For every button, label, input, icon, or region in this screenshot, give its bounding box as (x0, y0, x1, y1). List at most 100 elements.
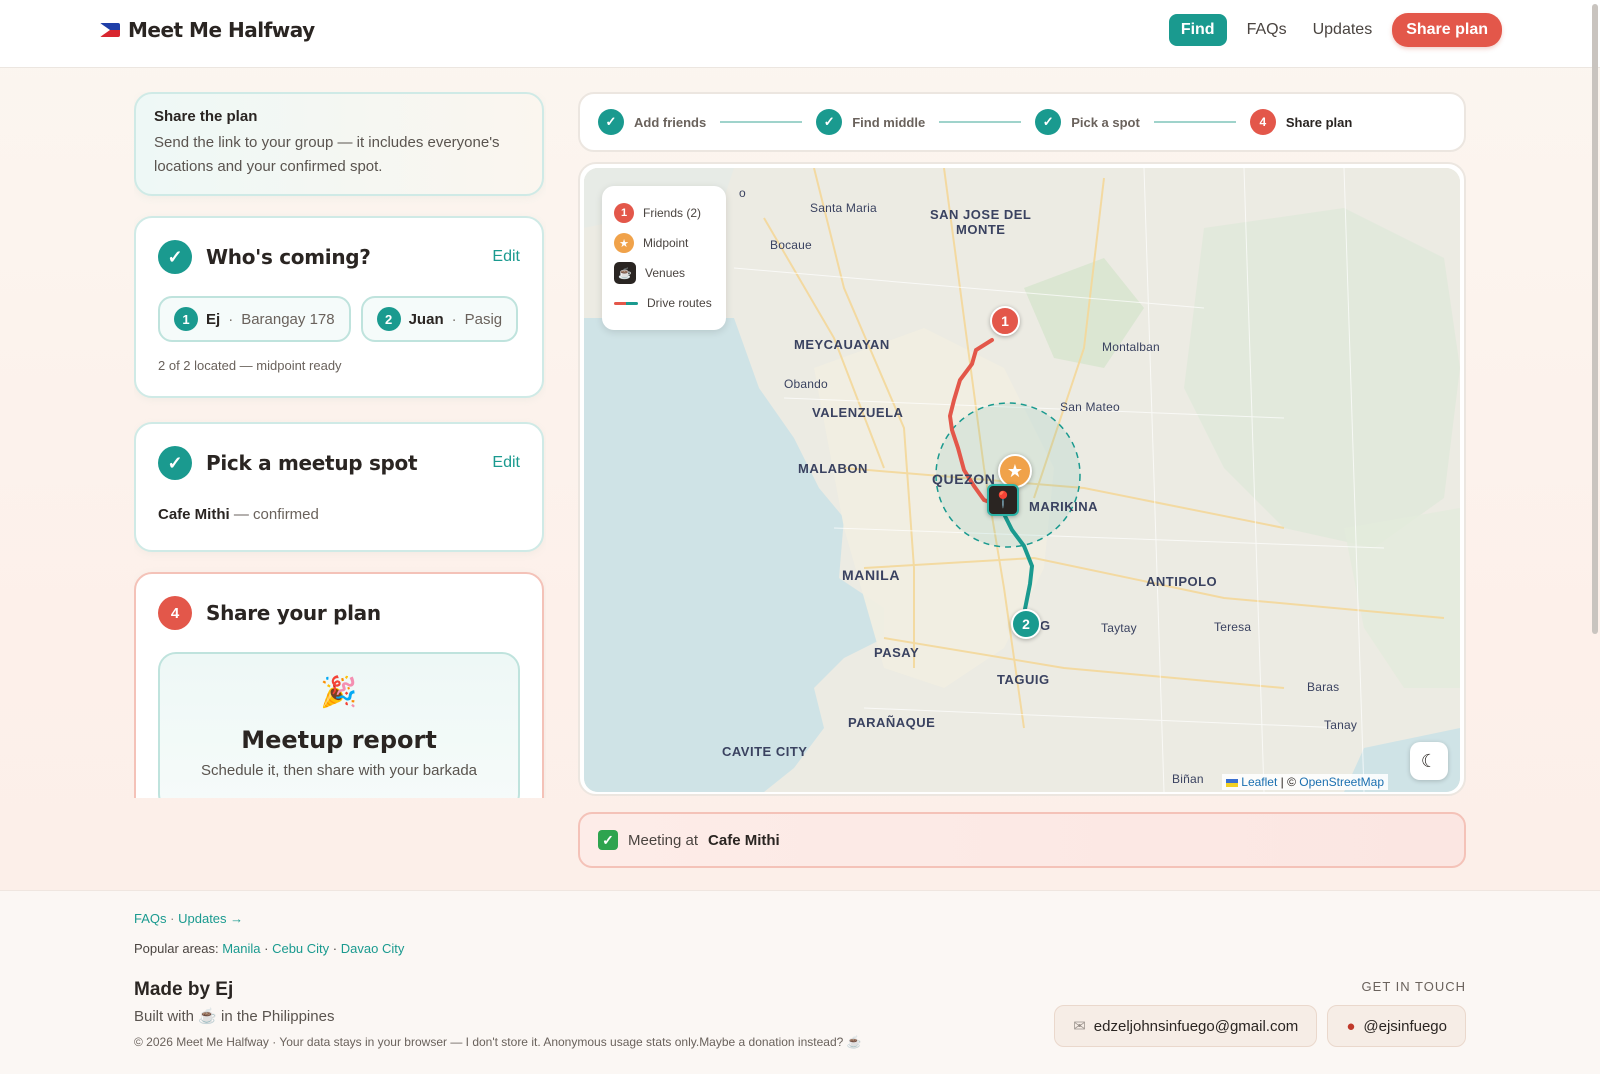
separator: · (170, 911, 175, 926)
area-link-manila[interactable]: Manila (222, 941, 260, 956)
venue-pin-marker[interactable]: 📍 (987, 484, 1019, 516)
friend-area: Pasig (464, 310, 503, 328)
copyright: © 2026 Meet Me Halfway · Your data stays… (134, 1035, 862, 1049)
meeting-prefix: Meeting at (628, 831, 699, 849)
get-in-touch-label: GET IN TOUCH (1361, 979, 1466, 994)
step-pick-spot[interactable]: ✓ Pick a spot (1035, 109, 1140, 135)
popular-areas: Popular areas: Manila · Cebu City · Dava… (134, 941, 404, 956)
map-place-label: PARAÑAQUE (848, 715, 936, 730)
area-link-cebu[interactable]: Cebu City (272, 941, 329, 956)
map-place-label: Santa Maria (810, 201, 877, 215)
main-nav: Find FAQs Updates Share plan (1168, 13, 1502, 47)
nav-faqs-link[interactable]: FAQs (1241, 15, 1293, 45)
map-place-label: CAVITE CITY (722, 744, 808, 759)
share-plan-title: Share your plan (206, 601, 381, 625)
check-icon: ✓ (158, 240, 192, 274)
nav-updates-link[interactable]: Updates (1307, 15, 1379, 45)
edit-friends-link[interactable]: Edit (492, 248, 520, 266)
social-handle: @ejsinfuego (1363, 1017, 1447, 1035)
octopus-icon: ● (1346, 1017, 1356, 1035)
separator: · (228, 310, 234, 328)
step-connector (1153, 121, 1236, 123)
map-attribution: Leaflet | © OpenStreetMap (1221, 774, 1388, 790)
philippine-flag-icon (100, 23, 120, 37)
intro-text: Send the link to your group — it include… (154, 134, 500, 175)
friend-1-marker[interactable]: 1 (990, 306, 1020, 336)
check-icon: ✓ (1035, 109, 1062, 135)
map-place-label: Taytay (1101, 621, 1137, 635)
friend-2-marker[interactable]: 2 (1011, 609, 1041, 639)
email-button[interactable]: ✉ edzeljohnsinfuego@gmail.com (1054, 1005, 1318, 1047)
map-place-label: Montalban (1102, 340, 1160, 354)
map-place-label: MANILA (842, 567, 901, 583)
contact-buttons: ✉ edzeljohnsinfuego@gmail.com ● @ejsinfu… (1054, 1005, 1466, 1047)
friend-chip[interactable]: 2 Juan · Pasig (360, 296, 519, 342)
step-label: Pick a spot (1071, 114, 1140, 130)
legend-label: Drive routes (647, 296, 712, 310)
green-check-icon: ✓ (598, 830, 618, 850)
map-place-label: Tanay (1324, 718, 1358, 732)
map-place-label: MONTE (956, 222, 1006, 237)
social-handle-button[interactable]: ● @ejsinfuego (1327, 1005, 1466, 1047)
friend-chip[interactable]: 1 Ej · Barangay 178 (158, 296, 351, 342)
leaflet-link[interactable]: Leaflet (1241, 775, 1277, 789)
venue-status: — confirmed (229, 506, 319, 523)
meeting-venue: Cafe Mithi (708, 831, 780, 849)
scrollbar-thumb[interactable] (1592, 4, 1598, 634)
map-place-label: Bocaue (770, 238, 812, 252)
step-label: Share plan (1285, 114, 1353, 130)
map-place-label: MARIKINA (1029, 499, 1098, 514)
located-status: 2 of 2 located — midpoint ready (158, 358, 342, 373)
friend-chips: 1 Ej · Barangay 178 2 Juan · Pasig (158, 296, 520, 342)
pick-spot-card: ✓ Pick a meetup spot Edit Cafe Mithi — c… (134, 422, 544, 552)
intro-card: Share the plan Send the link to your gro… (134, 92, 544, 196)
map-place-label: MALABON (798, 461, 868, 476)
step-connector (720, 121, 803, 123)
step-add-friends[interactable]: ✓ Add friends (598, 109, 706, 135)
step-find-middle[interactable]: ✓ Find middle (816, 109, 925, 135)
step-share-plan[interactable]: 4 Share plan (1249, 109, 1353, 135)
brand[interactable]: Meet Me Halfway (100, 18, 315, 42)
map-place-label: QUEZON (932, 471, 996, 487)
friend-number-badge: 2 (376, 307, 401, 331)
map-place-label: MEYCAUAYAN (794, 337, 890, 352)
meetup-report-box[interactable]: 🎉 Meetup report Schedule it, then share … (158, 652, 520, 798)
separator: · (264, 941, 269, 956)
whos-coming-title: Who's coming? (206, 245, 371, 269)
nav-find-button[interactable]: Find (1168, 14, 1227, 46)
map-place-label: PASAY (874, 645, 920, 660)
map-legend: 1 Friends (2) ★ Midpoint ☕ Venues Drive … (602, 186, 726, 330)
map-place-label: Baras (1307, 680, 1340, 694)
progress-stepper: ✓ Add friends ✓ Find middle ✓ Pick a spo… (578, 92, 1466, 152)
separator: · (451, 310, 457, 328)
step-label: Find middle (852, 114, 926, 130)
friend-name: Juan (408, 310, 444, 328)
friend-area: Barangay 178 (241, 310, 335, 328)
party-popper-icon: 🎉 (320, 676, 358, 709)
footer-faqs-link[interactable]: FAQs (134, 911, 167, 926)
step-connector (939, 121, 1022, 123)
area-link-davao[interactable]: Davao City (341, 941, 405, 956)
friend-marker-icon: 1 (614, 203, 634, 223)
report-title: Meetup report (241, 726, 437, 754)
share-plan-card: 4 Share your plan 🎉 Meetup report Schedu… (134, 572, 544, 798)
route-line-icon (614, 301, 638, 305)
midpoint-star-marker[interactable]: ★ (998, 454, 1032, 488)
intro-title: Share the plan (154, 108, 258, 125)
legend-midpoint: ★ Midpoint (614, 228, 714, 258)
legend-label: Friends (2) (643, 206, 702, 220)
step-number-badge: 4 (158, 596, 192, 630)
check-icon: ✓ (816, 109, 843, 135)
venue-cup-icon: ☕ (614, 262, 636, 284)
map-place-label: o (739, 186, 746, 200)
map[interactable]: o Santa Maria SAN JOSE DEL MONTE Bocaue … (584, 168, 1460, 792)
nav-share-plan-button[interactable]: Share plan (1392, 13, 1502, 47)
dark-mode-moon-icon[interactable]: ☾ (1410, 742, 1448, 780)
openstreetmap-link[interactable]: OpenStreetMap (1299, 775, 1384, 789)
footer-updates-link[interactable]: Updates → (178, 911, 243, 926)
edit-spot-link[interactable]: Edit (492, 454, 520, 472)
venue-name: Cafe Mithi (158, 506, 230, 523)
friend-name: Ej (206, 310, 221, 328)
map-place-label: San Mateo (1060, 400, 1120, 414)
email-address: edzeljohnsinfuego@gmail.com (1093, 1017, 1299, 1035)
